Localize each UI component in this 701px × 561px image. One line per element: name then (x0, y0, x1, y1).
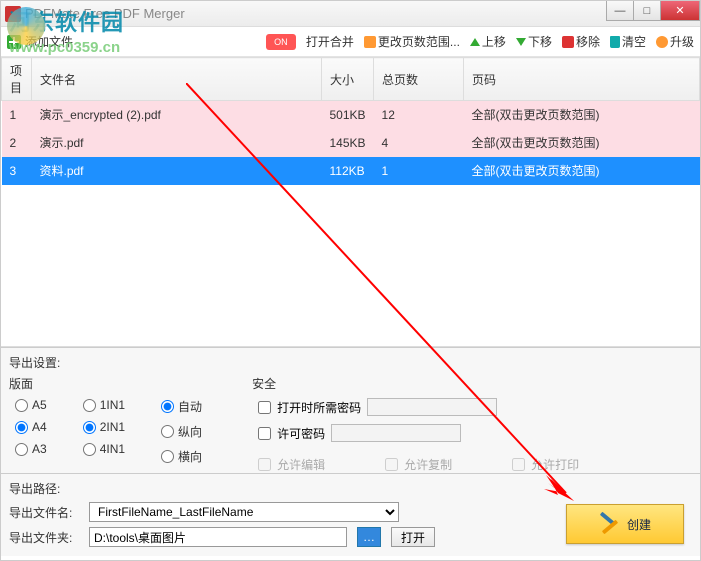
col-pages[interactable]: 总页数 (374, 58, 464, 101)
orient-landscape-radio[interactable]: 横向 (161, 448, 202, 465)
cell-size: 501KB (322, 101, 374, 129)
add-file-button[interactable]: 添加文件 (7, 33, 73, 50)
export-filename-label: 导出文件名: (9, 504, 79, 521)
file-table-wrap: 项目 文件名 大小 总页数 页码 1演示_encrypted (2).pdf50… (1, 57, 700, 347)
cell-pages: 4 (374, 129, 464, 157)
maximize-button[interactable]: □ (633, 1, 661, 21)
window-controls: — □ ✕ (607, 1, 700, 21)
remove-button[interactable]: 移除 (562, 33, 600, 50)
permission-password-field[interactable] (331, 424, 461, 442)
layout-4in1-radio[interactable]: 4IN1 (83, 442, 125, 456)
export-folder-label: 导出文件夹: (9, 529, 79, 546)
plus-icon (7, 35, 21, 49)
permission-password-row: 许可密码 (258, 424, 579, 442)
cell-name: 演示.pdf (32, 129, 322, 157)
close-button[interactable]: ✕ (660, 1, 700, 21)
cell-pg: 全部(双击更改页数范围) (464, 157, 700, 185)
size-a4-radio[interactable]: A4 (15, 420, 47, 434)
clear-button[interactable]: 清空 (610, 33, 646, 50)
move-up-button[interactable]: 上移 (470, 33, 506, 50)
allow-edit-check: 允许编辑 (258, 456, 325, 473)
cell-idx: 2 (2, 129, 32, 157)
security-group-title: 安全 (252, 375, 579, 392)
trash-icon (610, 36, 620, 48)
cell-name: 演示_encrypted (2).pdf (32, 101, 322, 129)
upgrade-button[interactable]: 升级 (656, 33, 694, 50)
arrow-down-icon (516, 38, 526, 46)
cell-name: 资料.pdf (32, 157, 322, 185)
move-down-button[interactable]: 下移 (516, 33, 552, 50)
tools-icon (599, 513, 621, 535)
app-logo-icon (5, 6, 21, 22)
open-folder-button[interactable]: 打开 (391, 527, 435, 547)
cell-pages: 1 (374, 157, 464, 185)
toolbar: 添加文件 ON 打开合并 更改页数范围... 上移 下移 移除 清空 升级 (1, 27, 700, 57)
export-path-title: 导出路径: (9, 480, 692, 497)
allow-copy-check: 允许复制 (385, 456, 452, 473)
add-file-label: 添加文件 (25, 33, 73, 50)
change-range-button[interactable]: 更改页数范围... (364, 33, 460, 50)
settings-title: 导出设置: (9, 354, 692, 371)
create-label: 创建 (627, 516, 651, 533)
cell-size: 145KB (322, 129, 374, 157)
minimize-button[interactable]: — (606, 1, 634, 21)
size-a5-radio[interactable]: A5 (15, 398, 47, 412)
open-password-field[interactable] (367, 398, 497, 416)
open-merge-button[interactable]: 打开合并 (306, 33, 354, 50)
export-filename-select[interactable]: FirstFileName_LastFileName (89, 502, 399, 522)
page-group-title: 版面 (9, 375, 202, 392)
table-row[interactable]: 2演示.pdf145KB4全部(双击更改页数范围) (2, 129, 700, 157)
upgrade-icon (656, 36, 668, 48)
export-settings: 导出设置: 版面 A5 A4 A3 1IN1 2IN1 4IN1 自动 纵向 横… (1, 347, 700, 473)
merge-toggle[interactable]: ON (266, 34, 296, 50)
file-table: 项目 文件名 大小 总页数 页码 1演示_encrypted (2).pdf50… (1, 57, 700, 185)
permission-password-check[interactable] (258, 427, 271, 440)
cell-size: 112KB (322, 157, 374, 185)
layout-1in1-radio[interactable]: 1IN1 (83, 398, 125, 412)
export-folder-field[interactable] (89, 527, 347, 547)
col-pg[interactable]: 页码 (464, 58, 700, 101)
open-password-check[interactable] (258, 401, 271, 414)
open-password-label: 打开时所需密码 (277, 399, 361, 416)
window-title: PDFMate Free PDF Merger (25, 6, 185, 21)
col-idx[interactable]: 项目 (2, 58, 32, 101)
cell-idx: 3 (2, 157, 32, 185)
title-bar: PDFMate Free PDF Merger — □ ✕ (1, 1, 700, 27)
orient-auto-radio[interactable]: 自动 (161, 398, 202, 415)
allow-print-check: 允许打印 (512, 456, 579, 473)
cell-idx: 1 (2, 101, 32, 129)
col-size[interactable]: 大小 (322, 58, 374, 101)
arrow-up-icon (470, 38, 480, 46)
permission-password-label: 许可密码 (277, 425, 325, 442)
edit-icon (364, 36, 376, 48)
table-row[interactable]: 3资料.pdf112KB1全部(双击更改页数范围) (2, 157, 700, 185)
delete-icon (562, 36, 574, 48)
table-row[interactable]: 1演示_encrypted (2).pdf501KB12全部(双击更改页数范围) (2, 101, 700, 129)
open-password-row: 打开时所需密码 (258, 398, 579, 416)
cell-pages: 12 (374, 101, 464, 129)
size-a3-radio[interactable]: A3 (15, 442, 47, 456)
cell-pg: 全部(双击更改页数范围) (464, 129, 700, 157)
col-name[interactable]: 文件名 (32, 58, 322, 101)
create-button[interactable]: 创建 (566, 504, 684, 544)
browse-button[interactable]: … (357, 527, 381, 547)
cell-pg: 全部(双击更改页数范围) (464, 101, 700, 129)
orient-portrait-radio[interactable]: 纵向 (161, 423, 202, 440)
layout-2in1-radio[interactable]: 2IN1 (83, 420, 125, 434)
